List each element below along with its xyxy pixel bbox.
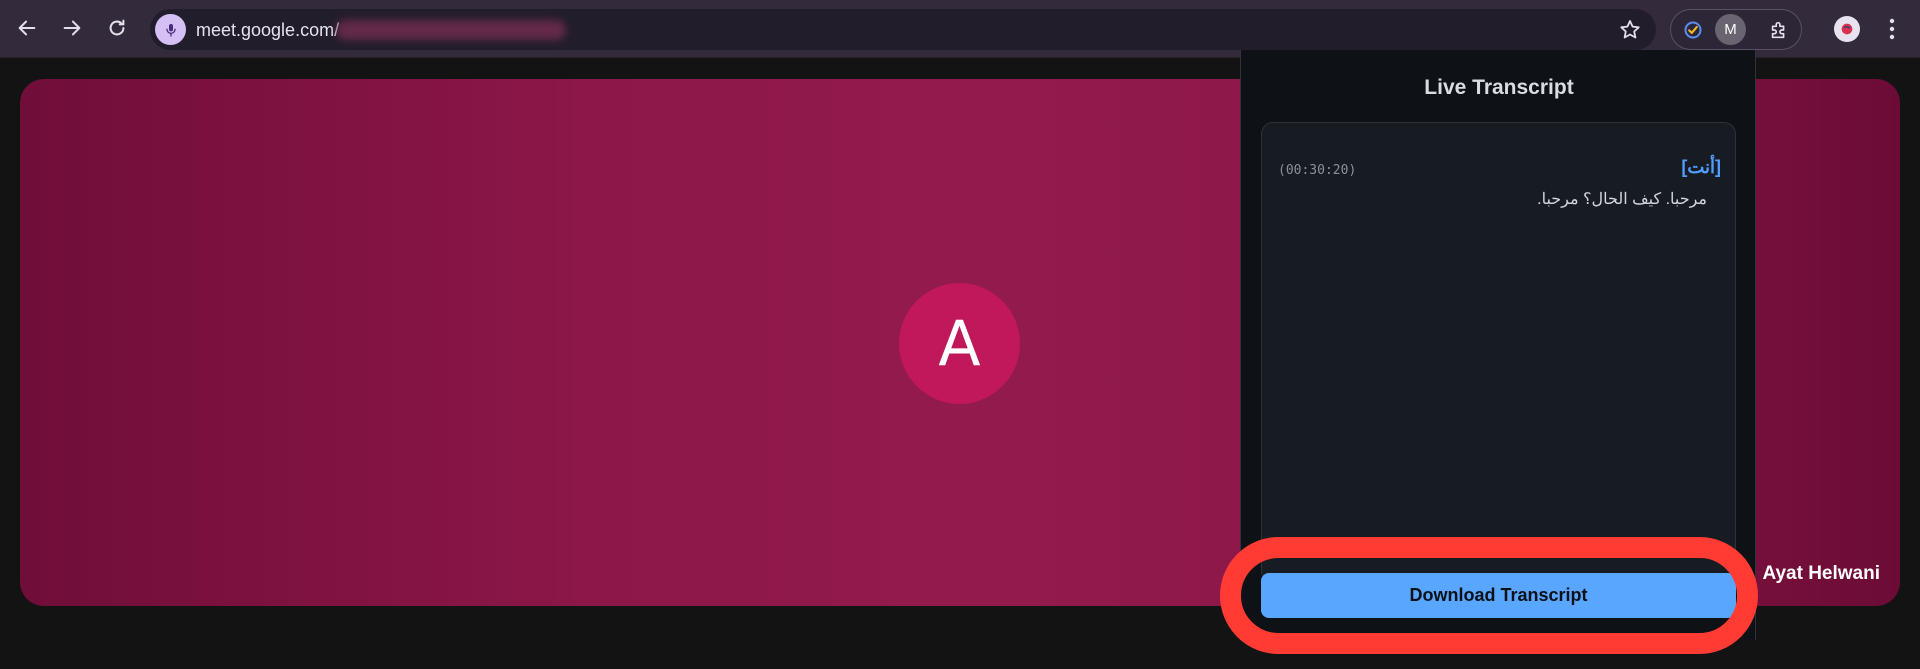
transcript-list[interactable]: [أنت] (00:30:20) مرحبا. كيف الحال؟ مرحبا… bbox=[1261, 122, 1736, 582]
participant-name: Ayat Helwani bbox=[1762, 563, 1880, 584]
highlight-ring bbox=[1220, 537, 1758, 654]
timestamp: (00:30:20) bbox=[1278, 163, 1357, 178]
url-text: meet.google.com/ bbox=[196, 20, 340, 40]
arrow-left-icon bbox=[18, 20, 36, 36]
forward-button[interactable] bbox=[55, 11, 89, 45]
star-icon[interactable] bbox=[1618, 18, 1642, 42]
profile-avatar-icon[interactable] bbox=[1834, 16, 1860, 42]
panel-title: Live Transcript bbox=[1424, 76, 1574, 99]
puzzle-icon[interactable] bbox=[1763, 14, 1794, 45]
back-button[interactable] bbox=[10, 11, 44, 45]
url-redaction bbox=[336, 20, 566, 40]
kebab-menu-icon[interactable] bbox=[1880, 14, 1904, 44]
reload-button[interactable] bbox=[100, 11, 134, 45]
speaker-label: [أنت] bbox=[1681, 157, 1721, 177]
extensions-group: M bbox=[1670, 9, 1802, 50]
microphone-icon[interactable] bbox=[155, 14, 186, 45]
extension-m-button[interactable]: M bbox=[1715, 14, 1746, 45]
avatar: A bbox=[899, 283, 1020, 404]
reload-icon bbox=[109, 19, 125, 36]
check-circle-icon[interactable] bbox=[1677, 14, 1708, 45]
address-bar[interactable]: meet.google.com/ bbox=[150, 9, 1656, 50]
arrow-right-icon bbox=[63, 20, 81, 36]
transcript-text: مرحبا. كيف الحال؟ مرحبا. bbox=[1537, 191, 1707, 208]
